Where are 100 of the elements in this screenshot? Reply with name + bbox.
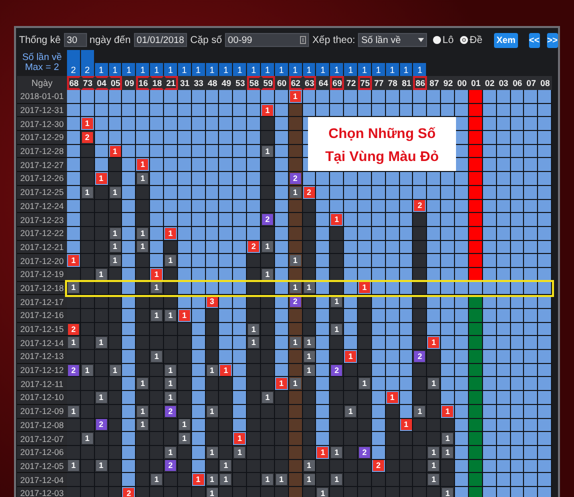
count-badge: 1	[220, 364, 232, 376]
date-cell: 2017-12-25	[17, 186, 67, 200]
date-cell: 2017-12-08	[17, 418, 67, 432]
previous-button[interactable]: <<	[528, 32, 540, 48]
count-bar: 1	[372, 63, 385, 76]
count-badge: 1	[428, 474, 440, 486]
number-heading: 68	[67, 76, 81, 90]
count-badge: 1	[164, 392, 176, 403]
count-badge: 1	[304, 282, 315, 294]
count-badge: 1	[290, 186, 301, 198]
count-badge: 1	[220, 474, 232, 486]
number-heading: 81	[400, 76, 414, 90]
date-cell: 2017-12-27	[17, 158, 67, 172]
count-badge: 1	[317, 488, 328, 497]
count-badge: 1	[110, 241, 120, 252]
count-badge: 1	[164, 310, 176, 321]
number-heading: 75	[358, 76, 372, 90]
count-badge: 2	[331, 364, 342, 376]
number-heading: 05	[108, 76, 122, 90]
count-badge: 1	[304, 460, 315, 472]
count-bar: 1	[261, 63, 274, 76]
count-badge: 1	[151, 310, 162, 321]
number-heading: 21	[164, 76, 178, 90]
count-badge: 1	[276, 474, 287, 486]
count-badge: 1	[164, 255, 176, 266]
number-heading: 18	[150, 76, 164, 90]
date-cell: 2017-12-31	[17, 104, 67, 118]
count-badge: 1	[331, 324, 342, 335]
count-badge: 1	[262, 268, 273, 280]
count-badge: 1	[345, 350, 356, 362]
date-cell: 2017-12-05	[17, 460, 67, 474]
count-bar: 1	[233, 63, 246, 76]
number-heading: 58	[247, 76, 262, 90]
count-badge: 2	[82, 132, 93, 143]
number-heading: 53	[233, 76, 248, 90]
count-badge: 1	[290, 282, 301, 294]
count-badge: 2	[414, 200, 426, 212]
count-badge: 1	[110, 255, 120, 266]
count-badge: 1	[68, 406, 79, 417]
count-badge: 1	[151, 350, 162, 362]
count-bar: 1	[136, 63, 150, 76]
date-cell: 2017-12-03	[17, 486, 67, 497]
count-badge: 1	[164, 446, 176, 458]
number-heading: 00	[455, 76, 469, 90]
count-bar: 1	[288, 63, 302, 76]
count-badge: 2	[372, 460, 384, 472]
sort-label: Xếp theo:	[312, 34, 356, 46]
count-badge: 2	[290, 296, 301, 308]
next-button[interactable]: >>	[546, 32, 558, 48]
count-badge: 1	[414, 406, 426, 417]
pair-label: Cặp số	[190, 34, 222, 46]
number-heading: 62	[288, 76, 303, 90]
date-cell: 2017-12-17	[17, 295, 67, 309]
count-badge: 1	[82, 433, 93, 444]
number-heading: 31	[178, 76, 192, 90]
count-badge: 1	[220, 460, 232, 472]
count-badge: 1	[137, 172, 148, 184]
view-button[interactable]: Xem	[494, 32, 518, 48]
note-text: Chọn Những Số	[328, 124, 436, 140]
count-badge: 1	[262, 104, 273, 116]
count-badge: 1	[276, 378, 287, 390]
period-field[interactable]: 30	[64, 33, 87, 47]
date-cell: 2017-12-11	[17, 377, 67, 392]
count-badge: 1	[262, 474, 273, 486]
count-badge: 2	[164, 406, 176, 417]
count-badge: 2	[96, 419, 107, 430]
date-field[interactable]: 01/01/2018	[134, 33, 188, 47]
sort-select[interactable]: Số lần về	[358, 33, 427, 47]
count-badge: 1	[68, 337, 79, 348]
count-badge: 1	[262, 241, 273, 252]
count-badge: 1	[331, 296, 342, 308]
count-badge: 1	[178, 433, 190, 444]
count-badge: 1	[345, 406, 356, 417]
number-heading: 60	[274, 76, 289, 90]
period-label: Thống kê	[19, 34, 61, 46]
date-heading: Ngày	[17, 76, 67, 90]
pair-field[interactable]: 00-99	[224, 33, 310, 47]
number-heading: 64	[316, 76, 330, 90]
count-badge: 1	[262, 146, 273, 157]
number-heading: 59	[261, 76, 275, 90]
number-heading: 72	[344, 76, 358, 90]
date-cell: 2017-12-12	[17, 364, 67, 378]
date-cell: 2017-12-06	[17, 446, 67, 460]
date-cell: 2017-12-22	[17, 226, 67, 241]
date-cell: 2017-12-09	[17, 404, 67, 418]
count-badge: 1	[442, 433, 454, 444]
date-cell: 2018-01-01	[17, 90, 67, 104]
count-badge: 2	[358, 446, 370, 458]
count-badge: 2	[414, 350, 426, 362]
number-heading: 03	[496, 76, 510, 90]
count-badge: 1	[192, 474, 204, 486]
count-bar: 2	[67, 50, 80, 76]
count-badge: 1	[290, 337, 301, 348]
count-badge: 1	[304, 364, 315, 376]
count-badge: 1	[110, 186, 120, 198]
count-badge: 1	[400, 419, 412, 430]
count-badge: 1	[137, 228, 148, 239]
number-heading: 04	[94, 76, 109, 90]
count-badge: 1	[151, 282, 162, 294]
count-bar: 1	[316, 63, 330, 76]
